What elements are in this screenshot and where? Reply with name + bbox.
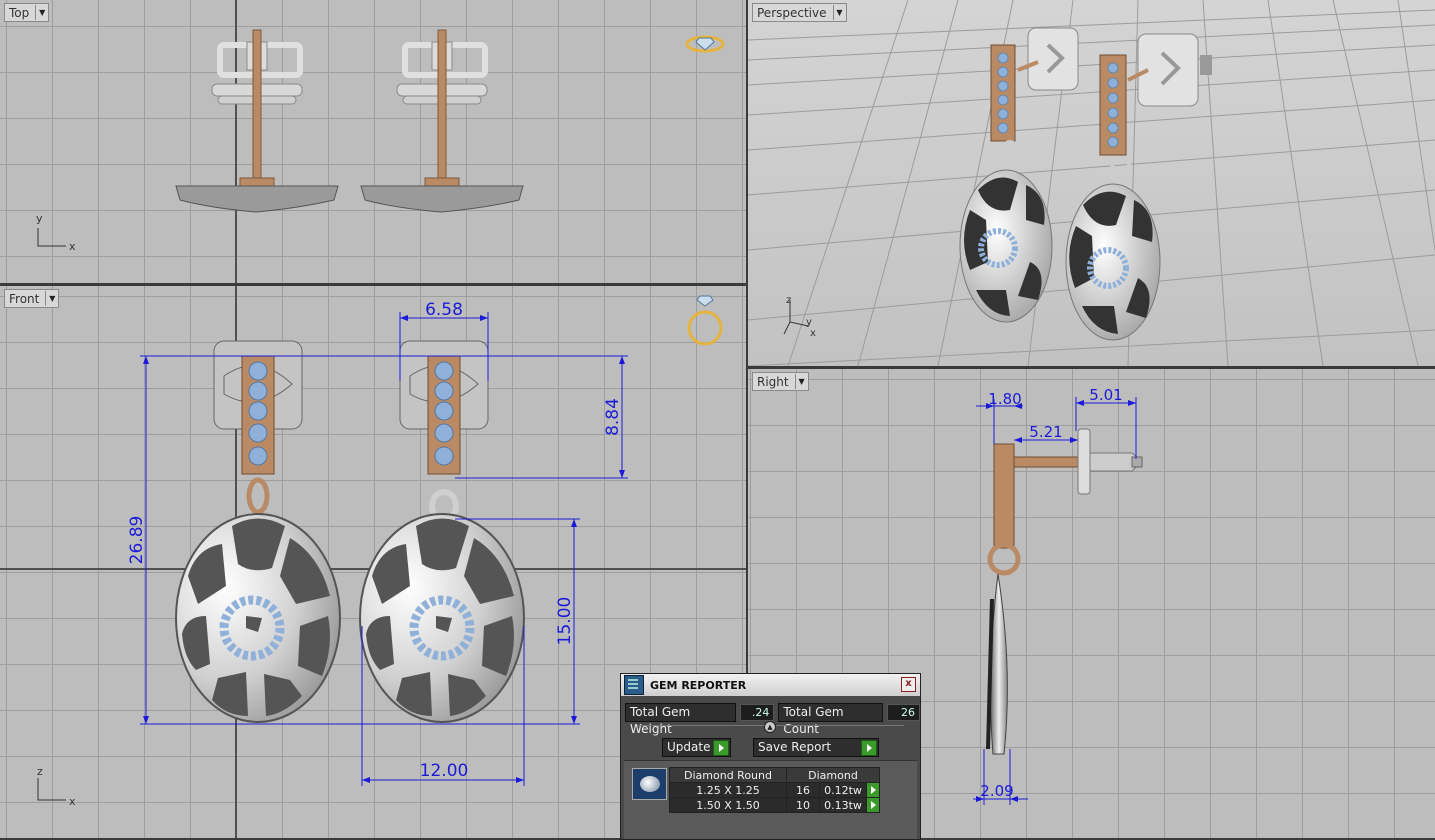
gem-table-area: Diamond Round Diamond 1.25 X 1.25 16 0.1… (624, 760, 917, 839)
viewport-title: Top (9, 5, 30, 20)
front-axis-indicator (37, 778, 66, 801)
gem-weight-cell: 0.13tw (819, 797, 867, 813)
ring-gem-icon[interactable] (687, 295, 723, 346)
ring-gem-icon[interactable] (685, 35, 725, 53)
viewport-label-top[interactable]: Top ▼ (4, 3, 50, 22)
table-header-row: Diamond Round Diamond (669, 767, 880, 783)
gem-count-cell: 10 (786, 797, 820, 813)
dimension-label: 12.00 (420, 761, 469, 781)
axis-x-label: x (69, 240, 76, 253)
dimension-label: 1.80 (988, 390, 1021, 408)
viewport-title: Front (9, 291, 40, 306)
dimension-label: 8.84 (603, 398, 623, 436)
viewport-label-perspective[interactable]: Perspective ▼ (752, 3, 847, 22)
top-earring-right (360, 29, 524, 213)
dimension-label: 26.89 (127, 516, 147, 565)
perspective-view-model: z y x (748, 0, 1435, 366)
dimension-label: 5.21 (1029, 423, 1062, 441)
axis-z-label: z (37, 765, 43, 778)
axis-y-label: y (36, 212, 43, 225)
viewport-title: Perspective (757, 5, 827, 20)
gem-count-cell: 16 (786, 782, 820, 798)
top-earring-left (175, 29, 339, 213)
table-header-cell: Diamond Round (669, 767, 787, 783)
row-play-icon[interactable] (866, 797, 880, 813)
diamond-icon (632, 768, 667, 800)
dimension-label: 6.58 (425, 300, 463, 320)
dimension-label: 5.01 (1089, 386, 1122, 404)
gem-totals-row: Total Gem Weight .24 Total Gem Count 26 (625, 703, 920, 736)
gem-size-cell: 1.50 X 1.50 (669, 797, 787, 813)
row-play-icon[interactable] (866, 782, 880, 798)
top-view-model: y x (36, 29, 725, 253)
gem-size-cell: 1.25 X 1.25 (669, 782, 787, 798)
top-axis-indicator (37, 228, 66, 247)
front-earring-right (359, 340, 525, 723)
gem-reporter-title: GEM REPORTER (650, 678, 747, 692)
total-gem-count-value: 26 (887, 704, 920, 721)
dimension-label: 2.09 (980, 782, 1013, 800)
front-earring-left (175, 340, 341, 723)
viewport-menu-icon[interactable]: ▼ (45, 291, 58, 306)
gem-table: Diamond Round Diamond 1.25 X 1.25 16 0.1… (669, 767, 880, 813)
update-button-label: Update (667, 740, 711, 754)
viewport-title: Right (757, 374, 789, 389)
viewport-menu-icon[interactable]: ▼ (832, 5, 846, 20)
axis-x-label: x (810, 328, 816, 339)
viewport-label-front[interactable]: Front ▼ (4, 289, 60, 308)
axis-x-label: x (69, 795, 76, 808)
gem-weight-cell: 0.12tw (819, 782, 867, 798)
table-row[interactable]: 1.50 X 1.50 10 0.13tw (669, 797, 880, 813)
viewport-menu-icon[interactable]: ▼ (794, 374, 808, 389)
total-gem-count-label: Total Gem Count (778, 703, 884, 736)
save-report-button-label: Save Report (758, 740, 832, 754)
gem-reporter-titlebar[interactable]: GEM REPORTER x (621, 674, 920, 696)
gem-reporter-logo-icon (624, 675, 644, 695)
viewport-menu-icon[interactable]: ▼ (35, 5, 48, 20)
table-header-cell: Diamond (786, 767, 880, 783)
total-gem-weight-value: .24 (739, 704, 775, 721)
close-icon[interactable]: x (901, 677, 916, 692)
axis-z-label: z (786, 295, 791, 306)
play-icon[interactable] (861, 740, 877, 756)
dimension-label: 15.00 (555, 597, 575, 646)
collapse-toggle-icon[interactable]: ▲ (764, 721, 776, 733)
viewport-top[interactable]: y x Top ▼ (0, 0, 746, 283)
axis-y-label: y (806, 317, 812, 328)
right-earring-side (986, 428, 1143, 755)
play-icon[interactable] (713, 740, 729, 756)
table-row[interactable]: 1.25 X 1.25 16 0.12tw (669, 782, 880, 798)
viewport-perspective[interactable]: z y x Perspective ▼ (748, 0, 1435, 366)
total-gem-weight-label: Total Gem Weight (625, 703, 736, 736)
save-report-button[interactable]: Save Report (753, 738, 879, 757)
update-button[interactable]: Update (662, 738, 731, 757)
gem-reporter-panel[interactable]: GEM REPORTER x Total Gem Weight .24 Tota… (620, 673, 921, 840)
viewport-label-right[interactable]: Right ▼ (752, 372, 809, 391)
